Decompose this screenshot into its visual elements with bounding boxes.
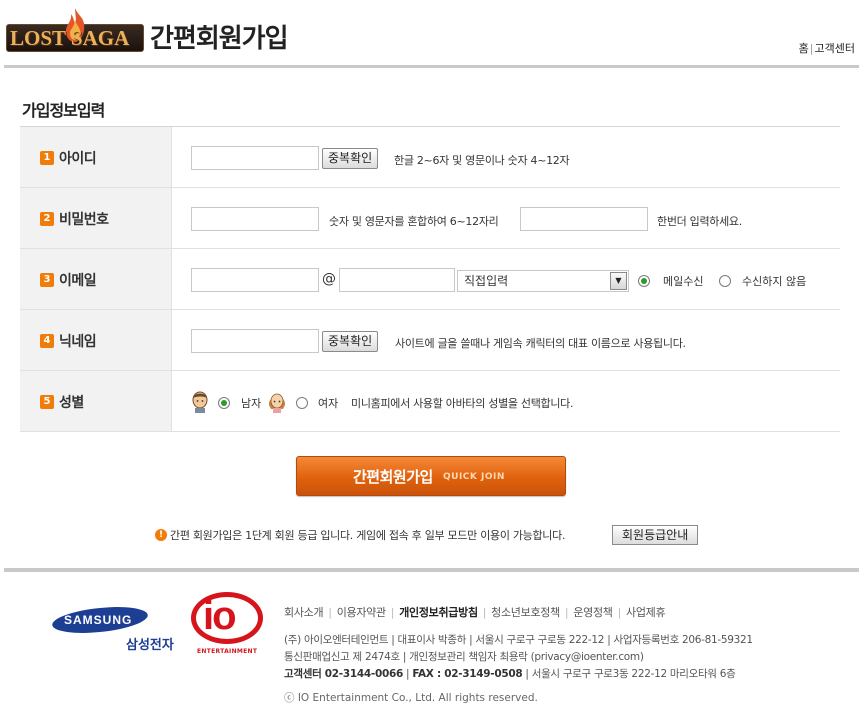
label-cell: 5 성별 — [20, 371, 172, 431]
step-number-badge: 1 — [40, 151, 54, 165]
info-separator: | — [402, 668, 413, 680]
male-avatar-icon — [192, 391, 208, 413]
form-row-nickname: 4 닉네임 중복확인 사이트에 글을 쓸때나 게임속 캐릭터의 대표 이름으로 … — [20, 310, 840, 371]
gender-help-text: 미니홈피에서 사용할 아바타의 성별을 선택합니다. — [351, 397, 574, 410]
email-no-receive-label: 수신하지 않음 — [742, 275, 807, 288]
footer-divider — [4, 568, 859, 572]
gender-female-label: 여자 — [318, 397, 339, 410]
quick-join-sublabel: QUICK JOIN — [443, 472, 505, 482]
nickname-input[interactable] — [191, 329, 319, 353]
member-grade-info-button[interactable]: 회원등급안내 — [612, 525, 699, 545]
notice-text: 간편 회원가입은 1단계 회원 등급 입니다. 게임에 접속 후 일부 모드만 … — [170, 529, 566, 542]
at-sign: @ — [322, 271, 336, 287]
chevron-down-icon: ▼ — [610, 272, 627, 290]
io-logo-subtitle: ENTERTAINMENT — [197, 648, 258, 655]
logo-text: LOST SAGA — [10, 26, 130, 50]
nickname-help-text: 사이트에 글을 쓸때나 게임속 캐릭터의 대표 이름으로 사용됩니다. — [395, 337, 686, 350]
footer-link-company[interactable]: 회사소개 — [284, 606, 324, 619]
nickname-label: 닉네임 — [59, 334, 97, 350]
support-phone: 고객센터 02-3144-0066 — [284, 668, 403, 680]
label-cell: 4 닉네임 — [20, 310, 172, 370]
step-number-badge: 4 — [40, 334, 54, 348]
password-input[interactable] — [191, 207, 319, 231]
footer-link-separator: | — [482, 606, 487, 619]
io-logo-text: io — [203, 594, 237, 638]
company-info-line-3: 고객센터 02-3144-0066 | FAX : 02-3149-0508 |… — [284, 666, 736, 681]
company-info-line-1: (주) 아이오엔터테인먼트 | 대표이사 박종하 | 서울시 구로구 구로동 2… — [284, 634, 753, 646]
email-local-input[interactable] — [191, 268, 319, 292]
samsung-logo[interactable]: SAMSUNG — [51, 603, 149, 638]
gender-label: 성별 — [59, 395, 84, 411]
header: LOST SAGA 간편회원가입 홈|고객센터 — [0, 0, 865, 68]
email-no-receive-radio[interactable] — [719, 275, 731, 287]
footer-link-policy[interactable]: 운영정책 — [573, 606, 613, 619]
step-number-badge: 2 — [40, 212, 54, 226]
footer-link-partnership[interactable]: 사업제휴 — [626, 606, 666, 619]
id-help-text: 한글 2~6자 및 영문이나 숫자 4~12자 — [394, 154, 570, 167]
gender-male-label: 남자 — [241, 397, 262, 410]
nickname-duplicate-check-button[interactable]: 중복확인 — [322, 331, 379, 352]
form-row-email: 3 이메일 @ 직접입력 ▼ 메일수신 수신하지 않음 — [20, 249, 840, 310]
form-row-password: 2 비밀번호 숫자 및 영문자를 혼합하여 6~12자리 한번더 입력하세요. — [20, 188, 840, 249]
id-duplicate-check-button[interactable]: 중복확인 — [322, 148, 379, 169]
top-links: 홈|고객센터 — [799, 40, 855, 56]
samsung-wordmark: SAMSUNG — [64, 613, 133, 627]
id-label: 아이디 — [59, 151, 97, 167]
quick-join-button[interactable]: 간편회원가입 QUICK JOIN — [296, 456, 566, 496]
footer-links: 회사소개 | 이용자약관 | 개인정보취급방침 | 청소년보호정책 | 운영정책 | 사업제휴 — [284, 604, 666, 620]
support-link[interactable]: 고객센터 — [815, 42, 855, 55]
section-title: 가입정보입력 — [22, 101, 105, 120]
company-address: | 서울시 구로구 구로3동 222-12 마리오타워 6층 — [522, 668, 736, 680]
female-avatar-icon — [268, 393, 286, 413]
signup-form: 1 아이디 중복확인 한글 2~6자 및 영문이나 숫자 4~12자 2 비밀번… — [20, 126, 840, 432]
password-confirm-input[interactable] — [520, 207, 648, 231]
lost-saga-logo[interactable]: LOST SAGA — [6, 6, 144, 58]
gender-male-radio[interactable] — [218, 397, 230, 409]
gender-female-radio[interactable] — [296, 397, 308, 409]
footer-link-privacy[interactable]: 개인정보취급방침 — [399, 606, 478, 619]
footer-link-separator: | — [328, 606, 332, 619]
label-cell: 3 이메일 — [20, 249, 172, 309]
email-domain-input[interactable] — [339, 268, 455, 292]
email-receive-label: 메일수신 — [663, 275, 704, 288]
warning-icon: ! — [155, 529, 167, 541]
id-input[interactable] — [191, 146, 319, 170]
email-label: 이메일 — [59, 273, 97, 289]
footer-link-separator: | — [617, 606, 622, 619]
email-receive-radio[interactable] — [638, 275, 650, 287]
password-help-text: 숫자 및 영문자를 혼합하여 6~12자리 — [329, 215, 499, 228]
home-link[interactable]: 홈 — [799, 42, 809, 55]
step-number-badge: 3 — [40, 273, 54, 287]
step-number-badge: 5 — [40, 395, 54, 409]
label-cell: 2 비밀번호 — [20, 188, 172, 248]
quick-join-label: 간편회원가입 — [353, 468, 433, 486]
io-entertainment-logo[interactable]: io ENTERTAINMENT — [189, 592, 265, 662]
footer-link-separator: | — [564, 606, 569, 619]
footer-link-separator: | — [390, 606, 395, 619]
label-cell: 1 아이디 — [20, 127, 172, 187]
samsung-korean-name: 삼성전자 — [126, 638, 174, 653]
copyright: ⓒ IO Entertainment Co., Ltd. All rights … — [284, 692, 538, 704]
footer-link-youth[interactable]: 청소년보호정책 — [491, 606, 560, 619]
email-domain-select-value: 직접입력 — [464, 274, 509, 288]
fax-number: FAX : 02-3149-0508 — [412, 668, 523, 680]
password-label: 비밀번호 — [59, 212, 109, 228]
password-confirm-help-text: 한번더 입력하세요. — [657, 215, 742, 228]
form-row-id: 1 아이디 중복확인 한글 2~6자 및 영문이나 숫자 4~12자 — [20, 127, 840, 188]
email-domain-select[interactable]: 직접입력 ▼ — [457, 270, 629, 292]
form-row-gender: 5 성별 남자 여자 미니홈피에서 사용할 아바타의 성별을 선택합니다. — [20, 371, 840, 432]
page-heading: 간편회원가입 — [150, 24, 289, 54]
footer-link-terms[interactable]: 이용자약관 — [337, 606, 386, 619]
link-separator: | — [809, 42, 814, 55]
header-divider — [4, 65, 859, 68]
company-info-line-2: 통신판매업신고 제 2474호 | 개인정보관리 책임자 최용락 (privac… — [284, 651, 644, 663]
